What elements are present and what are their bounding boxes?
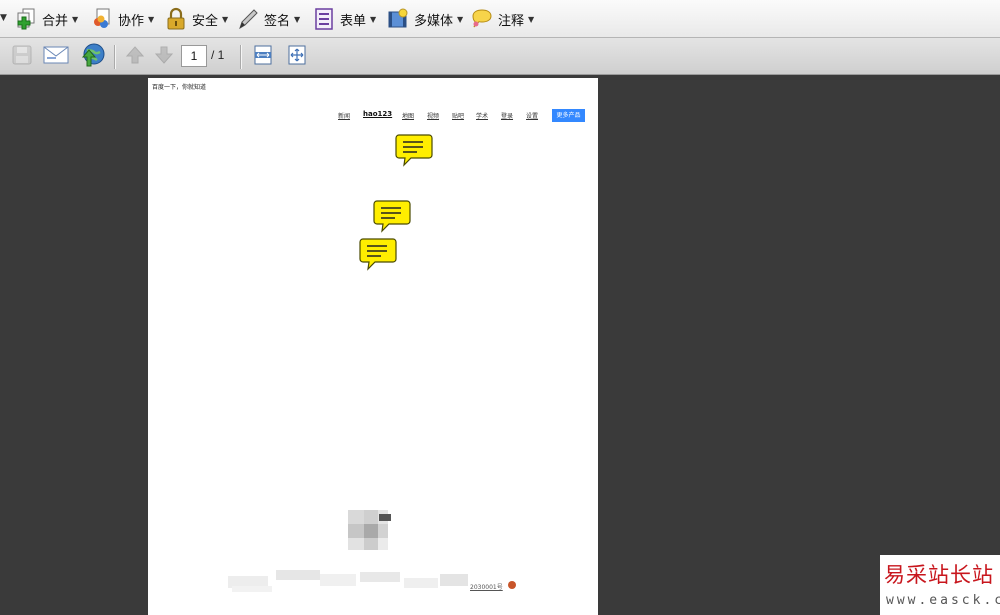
page-number-input[interactable]: 1 (181, 45, 207, 67)
site-watermark: 易采站长站 www.easck.com (880, 555, 1000, 615)
nav-link-tieba[interactable]: 贴吧 (452, 111, 464, 120)
email-icon (43, 44, 69, 70)
nav-link-academic[interactable]: 学术 (476, 111, 488, 120)
menu-toolbar: ▼ 合并 ▼ 协作 ▼ 安全 ▼ 签名 ▼ 表单 ▼ 多媒体 ▼ 注释 ▼ (0, 0, 1000, 38)
page-total-label: / 1 (211, 48, 225, 62)
watermark-title: 易采站长站 (884, 563, 994, 587)
upload-web-button[interactable] (79, 42, 105, 72)
chevron-down-icon: ▼ (72, 14, 79, 24)
page-header-title: 百度一下，你就知道 (152, 84, 207, 91)
email-button[interactable] (43, 44, 69, 70)
save-icon (11, 44, 33, 70)
save-button[interactable] (9, 44, 35, 70)
nav-link-settings[interactable]: 设置 (526, 111, 538, 120)
nav-link-video[interactable]: 视频 (427, 111, 439, 120)
toolbar-divider (240, 45, 242, 69)
fit-page-button[interactable] (284, 44, 310, 70)
previous-page-button[interactable] (122, 44, 148, 70)
chevron-down-icon: ▼ (370, 14, 377, 24)
chevron-down-icon: ▼ (294, 14, 301, 24)
menu-comment-label: 注释 (498, 13, 525, 29)
sticky-note-annotation[interactable] (359, 237, 397, 271)
chevron-down-icon: ▼ (457, 14, 464, 24)
multimedia-icon (386, 7, 410, 31)
menu-comment[interactable]: 注释 ▼ (470, 6, 534, 32)
menu-security-label: 安全 (192, 13, 219, 29)
nav-link-map[interactable]: 地图 (402, 111, 414, 120)
nav-link-news[interactable]: 新闻 (338, 111, 350, 120)
fit-width-icon (252, 44, 274, 70)
arrow-down-icon (153, 44, 175, 70)
note-icon (359, 238, 397, 271)
globe-upload-icon (79, 42, 105, 72)
pen-icon (236, 7, 260, 31)
menu-collaborate-label: 协作 (118, 13, 145, 29)
page-top-nav: 新闻 hao123 地图 视频 贴吧 学术 登录 设置 更多产品 (148, 109, 598, 123)
sticky-note-annotation[interactable] (373, 199, 411, 233)
chevron-down-icon: ▼ (222, 14, 229, 24)
footer-registration-link[interactable]: 2030001号 (470, 582, 503, 591)
menu-multimedia[interactable]: 多媒体 ▼ (386, 6, 463, 32)
nav-link-hao123[interactable]: hao123 (363, 110, 392, 118)
menu-collaborate[interactable]: 协作 ▼ (90, 6, 154, 32)
watermark-url: www.easck.com (886, 593, 1000, 608)
toolbar-divider (114, 45, 116, 69)
fit-page-icon (286, 44, 308, 70)
collaborate-icon (90, 7, 114, 31)
menu-multimedia-label: 多媒体 (414, 13, 454, 29)
menu-sign-label: 签名 (264, 13, 291, 29)
menu-merge-label: 合并 (42, 13, 69, 29)
next-page-button[interactable] (151, 44, 177, 70)
menu-security[interactable]: 安全 ▼ (164, 6, 228, 32)
more-products-button[interactable]: 更多产品 (552, 109, 585, 122)
fit-width-button[interactable] (250, 44, 276, 70)
menu-merge[interactable]: 合并 ▼ (14, 6, 78, 32)
arrow-up-icon (124, 44, 146, 70)
nav-link-login[interactable]: 登录 (501, 111, 513, 120)
note-icon (373, 200, 411, 233)
police-badge-icon (508, 581, 516, 589)
comment-icon (470, 7, 494, 31)
merge-icon (14, 7, 38, 31)
document-page: 百度一下，你就知道 新闻 hao123 地图 视频 贴吧 学术 登录 设置 更多… (148, 78, 598, 615)
menu-sign[interactable]: 签名 ▼ (236, 6, 300, 32)
chevron-down-icon: ▼ (148, 14, 155, 24)
note-icon (395, 134, 433, 167)
menu-forms[interactable]: 表单 ▼ (312, 6, 376, 32)
chevron-down-icon[interactable]: ▼ (0, 13, 7, 23)
sticky-note-annotation[interactable] (395, 133, 433, 167)
navigation-toolbar (0, 38, 1000, 75)
chevron-down-icon: ▼ (528, 14, 535, 24)
lock-icon (164, 7, 188, 31)
form-icon (312, 7, 336, 31)
menu-forms-label: 表单 (340, 13, 367, 29)
